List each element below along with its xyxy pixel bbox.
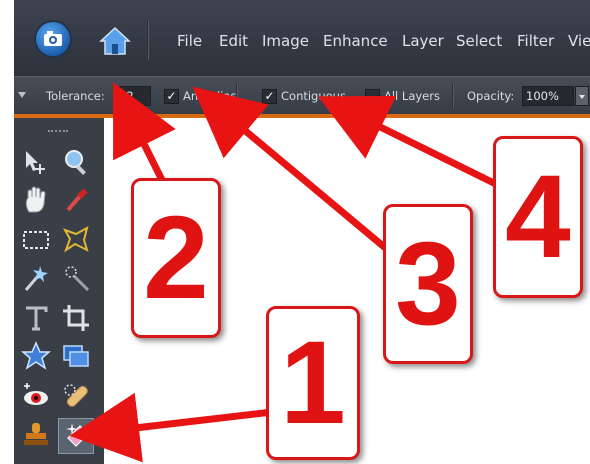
callout-3: 3 [383,204,473,364]
arrow-3 [192,86,398,259]
callout-1: 1 [266,306,360,460]
callout-4: 4 [493,136,583,298]
arrow-4 [318,95,510,194]
arrow-1 [69,392,273,463]
callout-2: 2 [131,178,221,338]
